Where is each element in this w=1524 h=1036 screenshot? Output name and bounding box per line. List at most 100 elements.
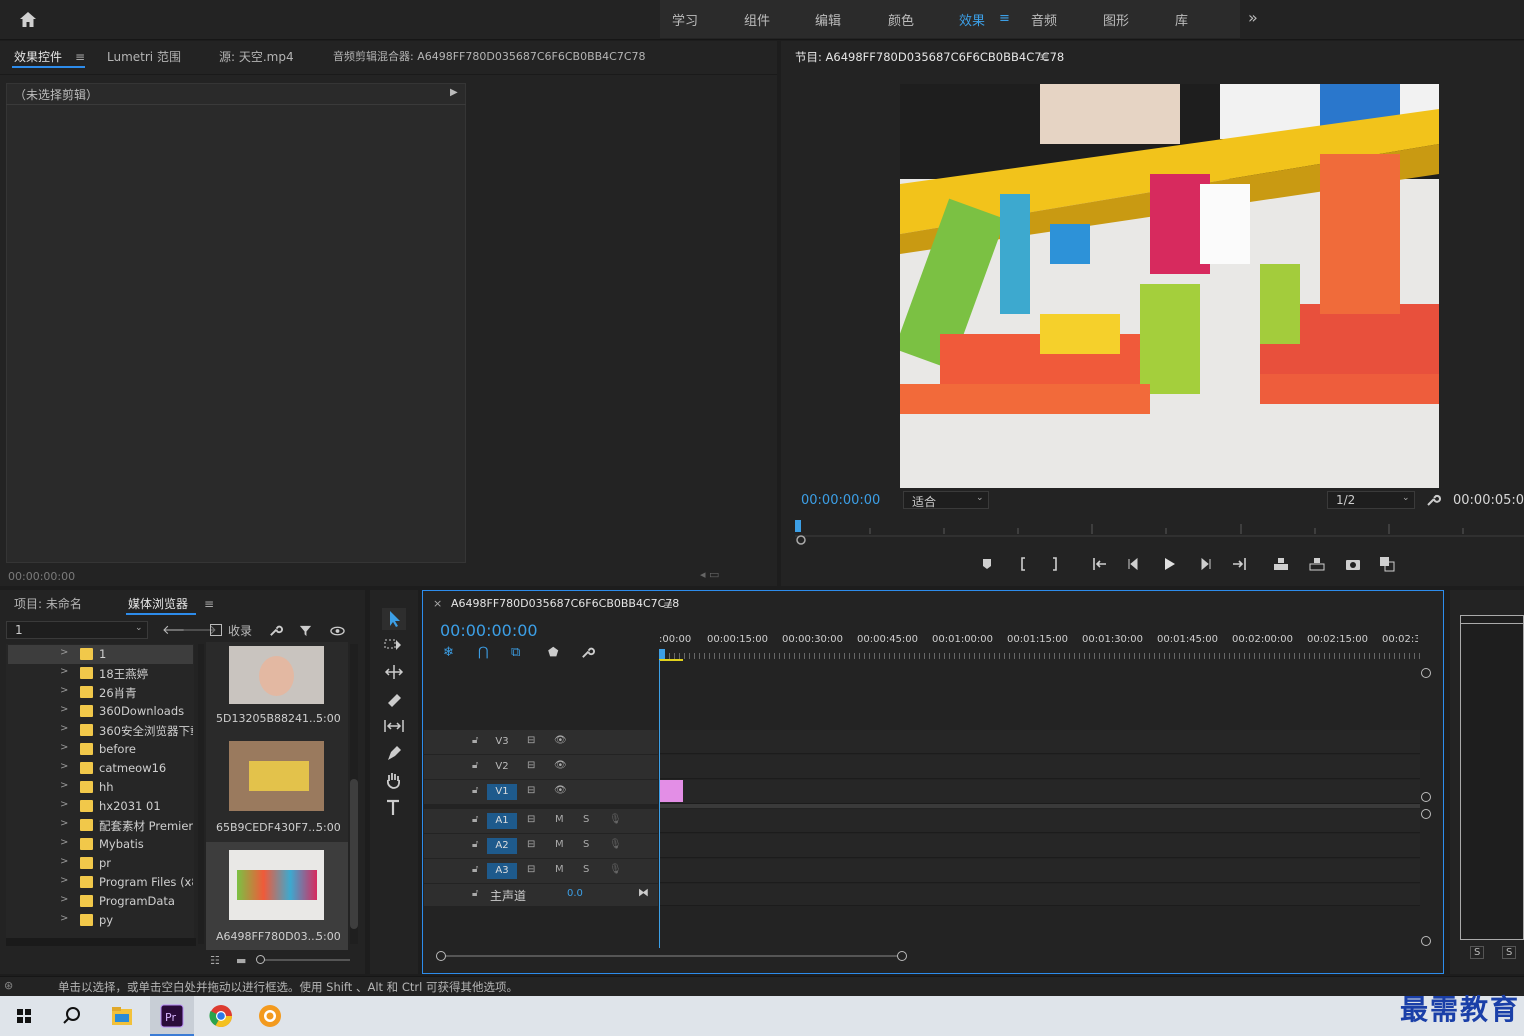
track-a2[interactable] [660, 834, 1420, 858]
lift-icon[interactable] [1272, 555, 1290, 573]
scroll-handle-bottom[interactable] [1421, 936, 1431, 946]
solo-button[interactable]: S [583, 814, 589, 825]
chevron-right-icon[interactable]: > [60, 723, 68, 734]
toggle-sync-lock-icon[interactable]: ⊟ [527, 735, 535, 746]
track-label[interactable]: A3 [487, 863, 517, 879]
track-a1[interactable] [660, 809, 1420, 833]
chevron-right-icon[interactable]: > [60, 837, 68, 848]
list-item[interactable]: > hh [8, 778, 193, 797]
icon-view-icon[interactable]: ▬ [236, 954, 246, 967]
search-icon[interactable] [54, 998, 90, 1034]
lock-icon[interactable]: 🔓︎ [472, 760, 478, 771]
go-to-end-icon[interactable]: ⧓ [638, 886, 649, 899]
comparison-view-icon[interactable] [1378, 555, 1396, 573]
type-tool-icon[interactable] [383, 798, 405, 818]
track-label[interactable]: V3 [487, 734, 517, 750]
solo-button[interactable]: S [583, 839, 589, 850]
mute-button[interactable]: M [555, 864, 564, 875]
chevron-right-icon[interactable]: > [60, 666, 68, 677]
list-item[interactable]: > py [8, 911, 193, 930]
timeline-sequence-tab[interactable]: A6498FF780D035687C6F6CB0BB4C7C78 [451, 597, 679, 610]
selection-tool-icon[interactable] [382, 608, 406, 630]
pen-tool-icon[interactable] [383, 744, 405, 762]
list-item[interactable]: > catmeow16 [8, 759, 193, 778]
tab-media-browser[interactable]: 媒体浏览器 [128, 595, 188, 612]
chevron-right-icon[interactable]: > [60, 818, 68, 829]
microphone-icon[interactable]: 🎙︎ [609, 839, 622, 850]
chevron-right-icon[interactable]: > [60, 685, 68, 696]
slip-tool-icon[interactable] [383, 717, 405, 735]
track-label[interactable]: V2 [487, 759, 517, 775]
track-v2[interactable] [660, 755, 1420, 779]
lock-icon[interactable]: 🔓︎ [472, 735, 478, 746]
add-marker-icon[interactable] [978, 555, 996, 573]
solo-button[interactable]: S [583, 864, 589, 875]
chevron-right-icon[interactable]: > [60, 799, 68, 810]
track-v1[interactable] [660, 780, 1420, 804]
timeline-zoom-scrollbar[interactable] [440, 955, 906, 957]
lock-icon[interactable]: 🔓︎ [472, 839, 478, 850]
mark-out-icon[interactable] [1046, 555, 1064, 573]
toggle-sync-lock-icon[interactable]: ⊟ [527, 814, 535, 825]
scroll-handle[interactable] [1421, 792, 1431, 802]
track-label[interactable]: A2 [487, 838, 517, 854]
export-frame-camera-icon[interactable] [1344, 555, 1362, 573]
media-thumbnail-selected[interactable]: A6498FF780D03... 5:00 [206, 842, 348, 950]
mark-in-icon[interactable] [1014, 555, 1032, 573]
folder-tree-scrollbar[interactable] [6, 938, 196, 946]
toggle-sync-lock-icon[interactable]: ⊟ [527, 864, 535, 875]
list-item[interactable]: > 配套素材 Premiere [8, 816, 193, 835]
more-workspaces-icon[interactable]: » [1248, 8, 1258, 27]
panel-menu-icon[interactable]: ≡ [75, 50, 85, 64]
chevron-right-icon[interactable]: > [60, 742, 68, 753]
premiere-pro-icon[interactable]: Pr [154, 998, 190, 1034]
thumbs-vscroll[interactable] [350, 644, 358, 944]
workspace-effects[interactable]: 效果 [959, 10, 985, 29]
close-icon[interactable]: × [433, 597, 442, 610]
tab-effect-controls[interactable]: 效果控件 [14, 48, 62, 65]
view-eye-icon[interactable] [330, 625, 345, 637]
file-explorer-icon[interactable] [104, 998, 140, 1034]
zoom-slider[interactable] [258, 959, 350, 961]
play-icon[interactable] [1160, 555, 1178, 573]
track-label[interactable]: V1 [487, 784, 517, 800]
playhead-handle[interactable] [659, 649, 665, 659]
ingest-checkbox[interactable] [210, 624, 222, 636]
ripple-edit-tool-icon[interactable] [383, 663, 405, 681]
chevron-right-icon[interactable]: > [60, 894, 68, 905]
playhead-line[interactable] [659, 660, 660, 948]
list-item[interactable]: > pr [8, 854, 193, 873]
drive-select[interactable]: 1 ⌄ [6, 621, 148, 639]
mute-button[interactable]: M [555, 839, 564, 850]
master-volume-value[interactable]: 0.0 [567, 888, 583, 899]
track-a3[interactable] [660, 859, 1420, 883]
list-item[interactable]: > before [8, 740, 193, 759]
toggle-sync-lock-icon[interactable]: ⊟ [527, 785, 535, 796]
panel-menu-icon[interactable]: ≡ [204, 597, 214, 611]
lock-icon[interactable]: 🔓︎ [472, 864, 478, 875]
step-back-icon[interactable] [1125, 555, 1143, 573]
zoom-handle-left[interactable] [436, 951, 446, 961]
toggle-sync-lock-icon[interactable]: ⊟ [527, 839, 535, 850]
chrome-icon[interactable] [203, 998, 239, 1034]
lock-icon[interactable]: 🔓︎ [472, 785, 478, 796]
nest-sequence-icon[interactable]: ❄ [443, 645, 454, 660]
step-forward-icon[interactable] [1196, 555, 1214, 573]
scroll-handle[interactable] [1421, 809, 1431, 819]
av-divider[interactable] [660, 804, 1420, 808]
tab-project[interactable]: 项目: 未命名 [14, 595, 82, 612]
scroll-handle-top[interactable] [1421, 668, 1431, 678]
wrench-icon[interactable] [580, 645, 595, 660]
zoom-handle-right[interactable] [897, 951, 907, 961]
go-to-in-icon[interactable] [1091, 555, 1109, 573]
track-v3[interactable] [660, 730, 1420, 754]
workspace-learn[interactable]: 学习 [672, 10, 698, 29]
timeline-timecode[interactable]: 00:00:00:00 [440, 621, 538, 640]
lock-icon[interactable]: 🔓︎ [472, 814, 478, 825]
solo-right-button[interactable]: S [1502, 946, 1517, 959]
zoom-slider-handle[interactable] [256, 955, 265, 964]
mute-button[interactable]: M [555, 814, 564, 825]
workspace-audio[interactable]: 音频 [1031, 10, 1057, 29]
chevron-right-icon[interactable]: > [60, 856, 68, 867]
razor-tool-icon[interactable] [383, 690, 405, 708]
